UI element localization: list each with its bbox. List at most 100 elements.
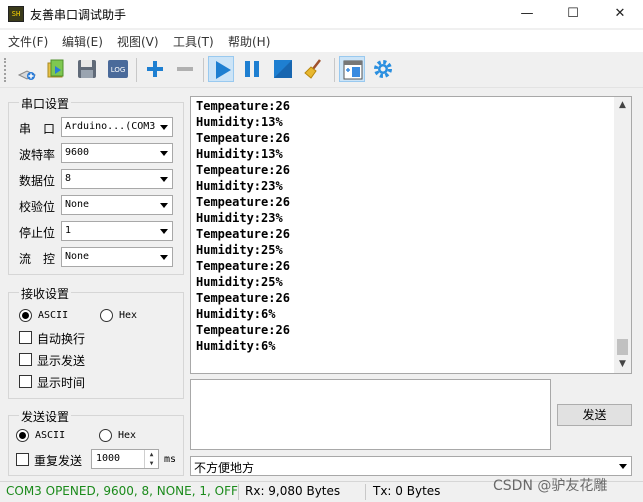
- chevron-down-icon: [160, 151, 168, 156]
- toolbar: LOG: [0, 52, 643, 88]
- receive-settings-title: 接收设置: [19, 285, 72, 302]
- close-button[interactable]: ✕: [597, 0, 643, 28]
- send-ascii-radio[interactable]: [16, 429, 29, 442]
- maximize-button[interactable]: ☐: [550, 0, 596, 28]
- scroll-thumb[interactable]: [617, 339, 628, 355]
- stop-icon[interactable]: [270, 56, 296, 82]
- vertical-scrollbar[interactable]: ▲ ▼: [614, 97, 631, 373]
- parity-value: None: [65, 199, 90, 210]
- send-ascii-label: ASCII: [35, 430, 66, 441]
- receive-settings-group: [8, 292, 184, 399]
- auto-wrap-checkbox[interactable]: [19, 331, 32, 344]
- add-icon[interactable]: [142, 56, 168, 82]
- flow-control-select[interactable]: None: [61, 247, 173, 267]
- send-textarea[interactable]: [190, 379, 551, 450]
- settings-gear-icon[interactable]: [370, 56, 396, 82]
- toolbar-separator: [136, 58, 137, 82]
- baud-rate-value: 9600: [65, 147, 90, 158]
- show-time-checkbox[interactable]: [19, 375, 32, 388]
- baud-rate-label: 波特率: [19, 148, 56, 162]
- repeat-send-checkbox[interactable]: [16, 453, 29, 466]
- chevron-down-icon: [160, 203, 168, 208]
- open-icon[interactable]: [44, 56, 70, 82]
- scroll-down-icon[interactable]: ▼: [614, 356, 631, 373]
- receive-line: Tempeature:26: [196, 131, 290, 145]
- send-settings-title: 发送设置: [19, 408, 72, 425]
- stop-bits-label: 停止位: [19, 226, 56, 240]
- window-title: 友善串口调试助手: [30, 8, 127, 22]
- new-icon[interactable]: [14, 56, 40, 82]
- show-sent-checkbox[interactable]: [19, 353, 32, 366]
- show-sent-label: 显示发送: [37, 354, 86, 368]
- save-icon[interactable]: [74, 56, 100, 82]
- menu-bar: 文件(F) 编辑(E) 视图(V) 工具(T) 帮助(H): [0, 30, 643, 52]
- port-value: Arduino...(COM3: [65, 121, 156, 132]
- receive-line: Tempeature:26: [196, 323, 290, 337]
- menu-edit[interactable]: 编辑(E): [62, 33, 103, 50]
- send-history-value: 不方便地方: [194, 461, 255, 475]
- log-icon[interactable]: LOG: [105, 56, 131, 82]
- toolbar-grip[interactable]: [4, 58, 7, 82]
- status-separator: [365, 484, 366, 500]
- receive-line: Humidity:13%: [196, 115, 283, 129]
- receive-ascii-radio[interactable]: [19, 309, 32, 322]
- stop-bits-select[interactable]: 1: [61, 221, 173, 241]
- layout-icon[interactable]: [339, 56, 365, 82]
- toolbar-separator: [334, 58, 335, 82]
- baud-rate-select[interactable]: 9600: [61, 143, 173, 163]
- clear-broom-icon[interactable]: [302, 56, 328, 82]
- receive-line: Humidity:25%: [196, 275, 283, 289]
- receive-line: Humidity:23%: [196, 211, 283, 225]
- chevron-down-icon: [160, 229, 168, 234]
- receive-line: Tempeature:26: [196, 163, 290, 177]
- receive-line: Tempeature:26: [196, 227, 290, 241]
- send-history-select[interactable]: 不方便地方: [190, 456, 632, 476]
- menu-file[interactable]: 文件(F): [8, 33, 48, 50]
- receive-line: Tempeature:26: [196, 195, 290, 209]
- data-bits-label: 数据位: [19, 174, 56, 188]
- send-hex-radio[interactable]: [99, 429, 112, 442]
- port-select[interactable]: Arduino...(COM3: [61, 117, 173, 137]
- minimize-button[interactable]: —: [504, 0, 550, 28]
- receive-ascii-label: ASCII: [38, 310, 69, 321]
- connection-status: COM3 OPENED, 9600, 8, NONE, 1, OFF: [6, 484, 238, 498]
- receive-hex-radio[interactable]: [100, 309, 113, 322]
- scroll-up-icon[interactable]: ▲: [614, 97, 631, 114]
- parity-label: 校验位: [19, 200, 56, 214]
- chevron-down-icon: [160, 177, 168, 182]
- data-bits-select[interactable]: 8: [61, 169, 173, 189]
- receive-line: Humidity:6%: [196, 307, 276, 321]
- pause-icon[interactable]: [239, 56, 265, 82]
- flow-control-value: None: [65, 251, 90, 262]
- rx-count: Rx: 9,080 Bytes: [245, 484, 341, 498]
- menu-tools[interactable]: 工具(T): [173, 33, 214, 50]
- app-icon: SH: [8, 6, 24, 22]
- chevron-down-icon: [160, 125, 168, 130]
- interval-unit: ms: [164, 454, 177, 465]
- status-separator: [238, 484, 239, 500]
- send-hex-label: Hex: [118, 430, 137, 441]
- receive-line: Humidity:13%: [196, 147, 283, 161]
- stop-bits-value: 1: [65, 225, 72, 236]
- play-icon[interactable]: [208, 56, 234, 82]
- receive-line: Tempeature:26: [196, 99, 290, 113]
- menu-view[interactable]: 视图(V): [117, 33, 159, 50]
- spinner-arrows[interactable]: ▲ ▼: [144, 450, 158, 468]
- parity-select[interactable]: None: [61, 195, 173, 215]
- menu-help[interactable]: 帮助(H): [228, 33, 270, 50]
- remove-icon[interactable]: [172, 56, 198, 82]
- toolbar-separator: [203, 58, 204, 82]
- interval-value: 1000: [96, 453, 121, 464]
- serial-settings-title: 串口设置: [19, 95, 72, 112]
- port-label: 串 口: [19, 122, 56, 136]
- receive-line: Humidity:6%: [196, 339, 276, 353]
- chevron-down-icon: [619, 464, 627, 469]
- tx-count: Tx: 0 Bytes: [373, 484, 441, 498]
- receive-textarea[interactable]: Tempeature:26 Humidity:13% Tempeature:26 Hu…: [190, 96, 632, 374]
- interval-spinner[interactable]: 1000 ▲ ▼: [91, 449, 159, 469]
- log-icon-label: LOG: [111, 66, 126, 74]
- send-button[interactable]: 发送: [557, 404, 632, 426]
- receive-line: Tempeature:26: [196, 259, 290, 273]
- title-bar: SH 友善串口调试助手 — ☐ ✕: [0, 0, 643, 28]
- receive-hex-label: Hex: [119, 310, 138, 321]
